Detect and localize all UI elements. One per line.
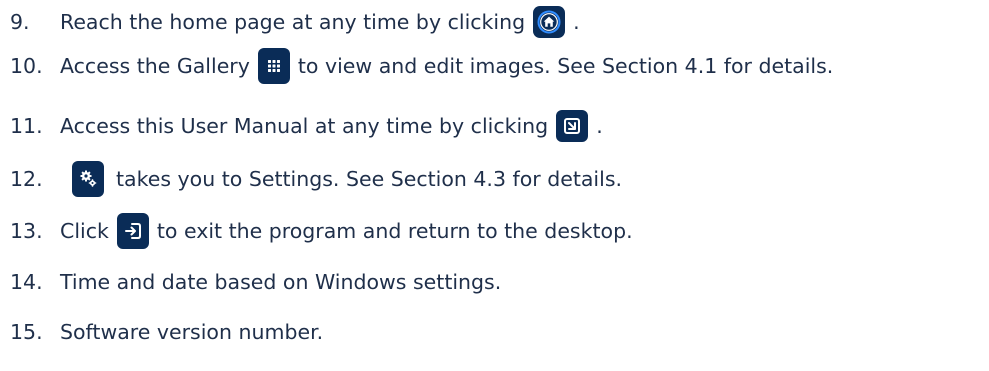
list-item-text: Click — [60, 219, 109, 243]
settings-gears-icon — [72, 161, 104, 197]
list-item-text: Access the Gallery — [60, 54, 250, 78]
list-item-text: Reach the home page at any time by click… — [60, 10, 526, 34]
list-item-14: 14. Time and date based on Windows setti… — [10, 262, 501, 302]
list-item-text-end: . — [596, 114, 603, 138]
list-item-number: 13. — [10, 219, 43, 243]
list-item-number: 14. — [10, 270, 43, 294]
list-item-11: 11. Access this User Manual at any time … — [10, 106, 603, 146]
list-item-10: 10. Access the Gallery to view and edit … — [10, 46, 833, 86]
numbered-instruction-list: 9. Reach the home page at any time by cl… — [0, 0, 989, 371]
list-item-number: 15. — [10, 320, 43, 344]
exit-icon — [116, 213, 149, 249]
manual-icon — [556, 110, 589, 142]
list-item-text-end: takes you to Settings. See Section 4.3 f… — [116, 167, 623, 191]
list-item-15: 15. Software version number. — [10, 312, 323, 352]
list-item-12: 12. takes you to Settings. See Section 4… — [10, 159, 622, 199]
list-item-text-end: to exit the program and return to the de… — [156, 219, 633, 243]
list-item-text: Access this User Manual at any time by c… — [60, 114, 549, 138]
list-item-number: 11. — [10, 114, 43, 138]
grid-icon — [257, 48, 290, 84]
list-item-text: Software version number. — [60, 320, 324, 344]
list-item-text-end: to view and edit images. See Section 4.1… — [297, 54, 834, 78]
list-item-number: 10. — [10, 54, 43, 78]
list-item-9: 9. Reach the home page at any time by cl… — [10, 2, 580, 42]
list-item-number: 9. — [10, 10, 30, 34]
list-item-13: 13. Click to exit the program and return… — [10, 211, 633, 251]
list-item-number: 12. — [10, 167, 43, 191]
list-item-text: Time and date based on Windows settings. — [60, 270, 502, 294]
list-item-text-end: . — [573, 10, 580, 34]
home-icon — [533, 6, 566, 38]
